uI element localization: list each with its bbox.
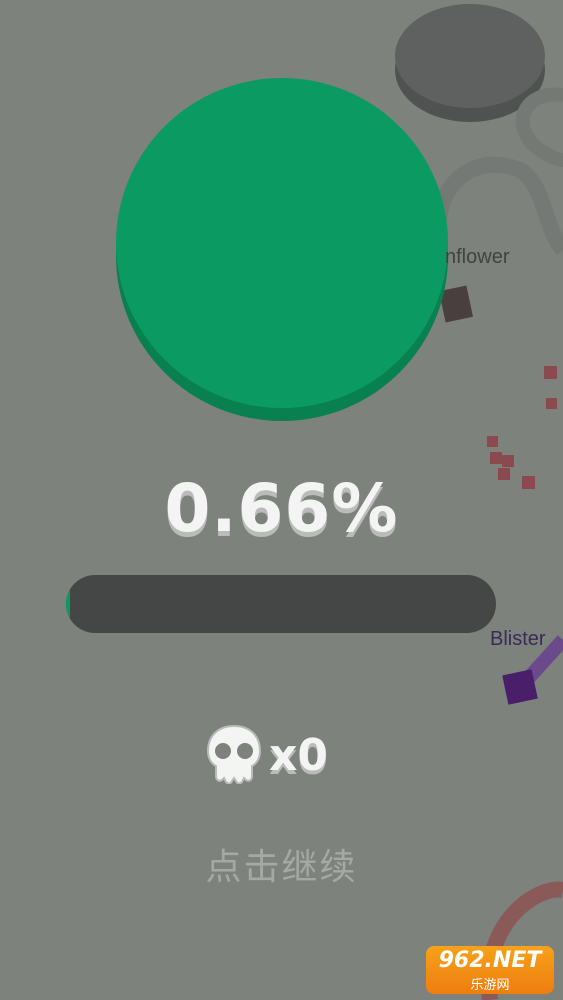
kill-count: x0 bbox=[269, 729, 328, 781]
tap-to-continue-button[interactable]: 点击继续 bbox=[0, 838, 563, 890]
opponent-name-label: nflower bbox=[445, 246, 510, 268]
kill-counter: x0 bbox=[205, 720, 328, 790]
game-screen[interactable]: nflower Blister 0.66% x0 点击继续 962.NET 乐游… bbox=[0, 0, 563, 1000]
player-territory bbox=[116, 78, 448, 408]
territory-percent: 0.66% bbox=[164, 470, 399, 547]
opponent-trail-2 bbox=[515, 87, 563, 167]
territory-progress-bar bbox=[66, 575, 496, 633]
watermark-main: 962.NET bbox=[438, 948, 542, 973]
food-cube bbox=[502, 455, 514, 467]
opponent-head-blister bbox=[502, 669, 538, 705]
site-watermark: 962.NET 乐游网 bbox=[420, 944, 560, 996]
skull-icon bbox=[205, 722, 263, 788]
opponent-trail bbox=[430, 156, 563, 256]
food-cube bbox=[546, 398, 557, 409]
watermark-sub: 乐游网 bbox=[470, 978, 510, 993]
opponent-name-label: Blister bbox=[490, 628, 546, 650]
food-cube bbox=[490, 452, 502, 464]
opponent-territory-top bbox=[395, 4, 545, 108]
food-cube bbox=[544, 366, 557, 379]
food-cube bbox=[487, 436, 498, 447]
territory-progress-fill bbox=[66, 575, 70, 633]
